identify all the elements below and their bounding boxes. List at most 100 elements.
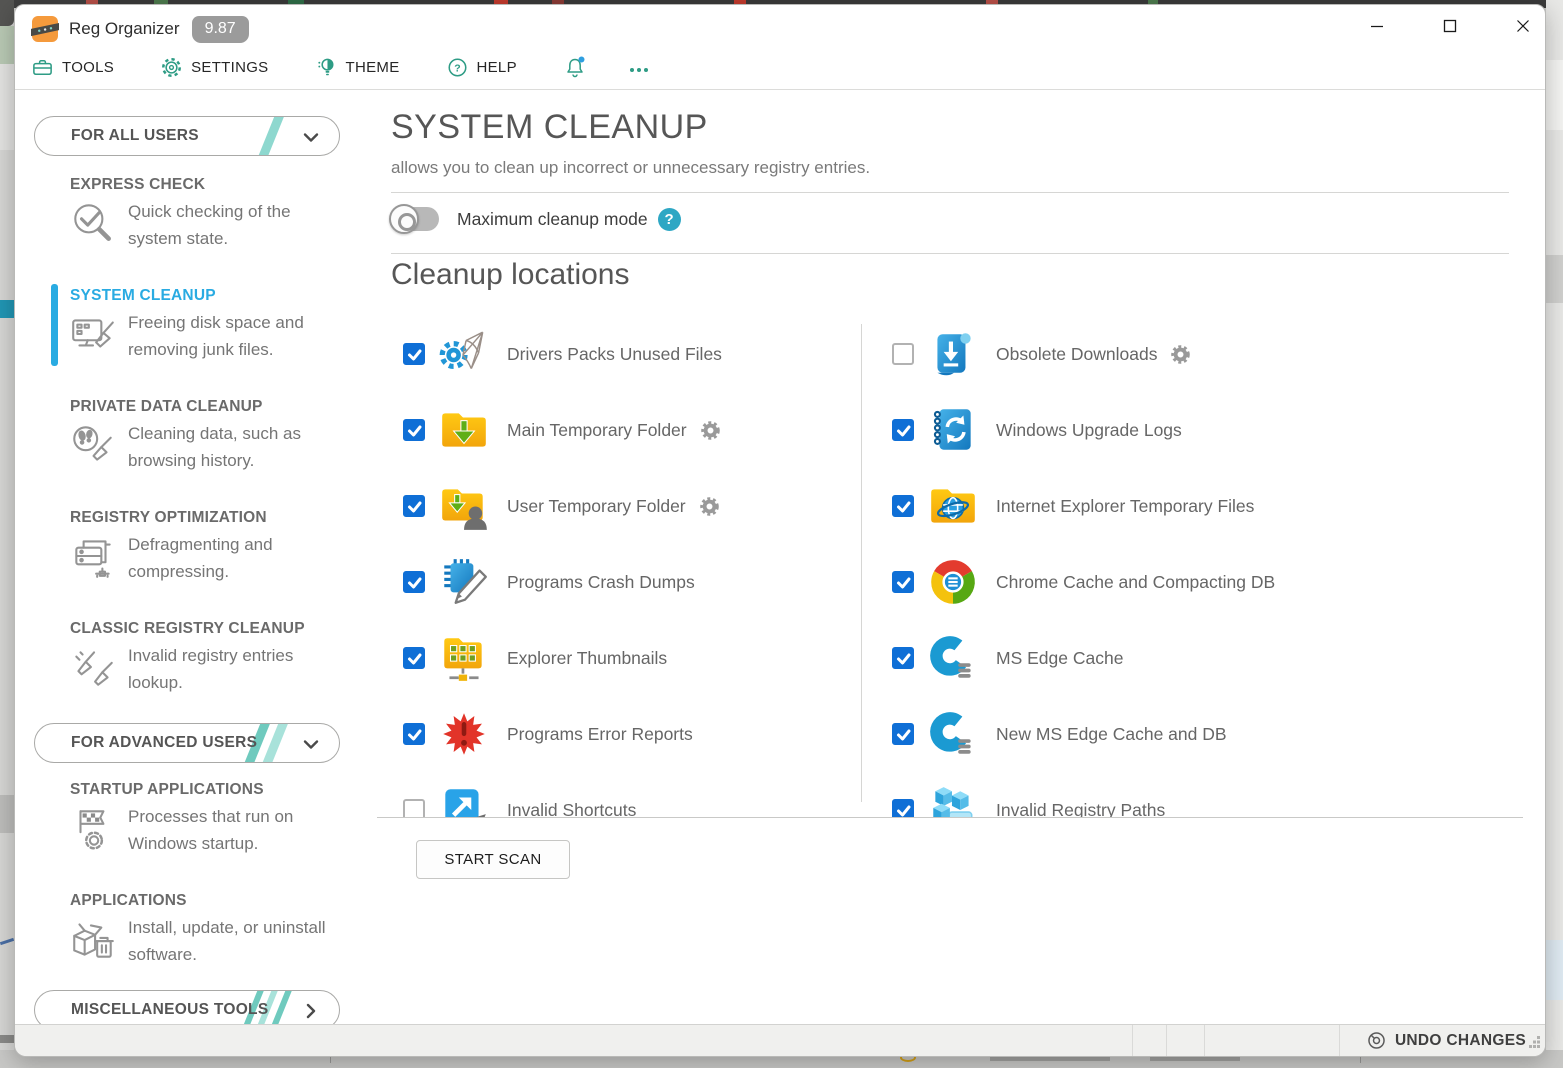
- sidebar-item-title: APPLICATIONS: [70, 892, 377, 910]
- group-for-all-users[interactable]: FOR ALL USERS: [34, 116, 340, 156]
- cleanup-item-label: Invalid Shortcuts: [507, 800, 636, 819]
- main-content: SYSTEM CLEANUP allows you to clean up in…: [377, 90, 1545, 1024]
- maximum-cleanup-row: Maximum cleanup mode ?: [395, 207, 681, 231]
- resize-grip[interactable]: [1529, 1035, 1541, 1053]
- chip-pencil-icon: [433, 555, 495, 609]
- sidebar-item-startup-applications[interactable]: STARTUP APPLICATIONS Processes that run …: [15, 781, 377, 857]
- notebook-sync-icon: [922, 403, 984, 457]
- checkbox-programs-error-reports[interactable]: [403, 723, 425, 745]
- window-controls: [1368, 17, 1531, 34]
- edge-cache-icon: [922, 631, 984, 685]
- maximum-cleanup-help-icon[interactable]: ?: [658, 208, 681, 231]
- sidebar-item-system-cleanup[interactable]: SYSTEM CLEANUP Freeing disk space and re…: [15, 287, 377, 363]
- version-badge: 9.87: [192, 16, 249, 43]
- theme-menu-button[interactable]: THEME: [315, 56, 400, 79]
- group-label: MISCELLANEOUS TOOLS: [71, 1001, 268, 1019]
- background-left-strip: [0, 0, 14, 1068]
- group-label: FOR ADVANCED USERS: [71, 734, 257, 752]
- checkbox-user-temporary-folder[interactable]: [403, 495, 425, 517]
- cleanup-item-label: Explorer Thumbnails: [507, 648, 667, 669]
- scroll-download-icon: [922, 327, 984, 381]
- checkbox-invalid-registry-paths[interactable]: [892, 799, 914, 818]
- item-settings-gear-icon[interactable]: [1170, 344, 1191, 365]
- sidebar-item-title: EXPRESS CHECK: [70, 176, 377, 194]
- active-indicator: [51, 284, 58, 366]
- checkbox-invalid-shortcuts[interactable]: [403, 799, 425, 818]
- sidebar-item-desc: Defragmenting and compressing.: [128, 531, 338, 585]
- tools-label: TOOLS: [62, 59, 114, 76]
- checkbox-ie-temporary-files[interactable]: [892, 495, 914, 517]
- sidebar-item-title: SYSTEM CLEANUP: [70, 287, 377, 305]
- checkbox-windows-upgrade-logs[interactable]: [892, 419, 914, 441]
- settings-menu-button[interactable]: SETTINGS: [160, 56, 268, 79]
- close-button[interactable]: [1514, 17, 1531, 34]
- sidebar-item-express-check[interactable]: EXPRESS CHECK Quick checking of the syst…: [15, 176, 377, 252]
- box-trash-icon: [67, 914, 119, 968]
- checkbox-new-ms-edge-cache[interactable]: [892, 723, 914, 745]
- maximize-button[interactable]: [1441, 17, 1458, 34]
- checkbox-explorer-thumbnails[interactable]: [403, 647, 425, 669]
- item-settings-gear-icon[interactable]: [699, 496, 720, 517]
- cleanup-item-chrome-cache: Chrome Cache and Compacting DB: [892, 544, 1275, 620]
- group-for-advanced-users[interactable]: FOR ADVANCED USERS: [34, 723, 340, 763]
- help-menu-button[interactable]: ? HELP: [446, 56, 517, 79]
- sidebar-item-classic-registry-cleanup[interactable]: CLASSIC REGISTRY CLEANUP Invalid registr…: [15, 620, 377, 696]
- maximum-cleanup-toggle[interactable]: [395, 207, 439, 231]
- cleanup-item-label: Programs Error Reports: [507, 724, 693, 745]
- brooms-icon: [67, 642, 119, 696]
- page-title: SYSTEM CLEANUP: [391, 108, 708, 147]
- app-title: Reg Organizer: [69, 19, 180, 39]
- sidebar: FOR ALL USERS EXPRESS CHECK Quick checki…: [15, 90, 377, 1024]
- more-options-button[interactable]: [627, 55, 651, 79]
- undo-changes-button[interactable]: UNDO CHANGES: [1366, 1025, 1526, 1056]
- statusbar-separator: [1339, 1025, 1340, 1056]
- cleanup-item-drivers-packs: Drivers Packs Unused Files: [403, 316, 722, 392]
- sidebar-item-registry-optimization[interactable]: REGISTRY OPTIMIZATION Defragmenting and …: [15, 509, 377, 585]
- checkbox-drivers-packs-unused-files[interactable]: [403, 343, 425, 365]
- sidebar-item-applications[interactable]: APPLICATIONS Install, update, or uninsta…: [15, 892, 377, 968]
- page-subtitle: allows you to clean up incorrect or unne…: [391, 158, 870, 178]
- cleanup-locations-title: Cleanup locations: [391, 258, 630, 292]
- minimize-button[interactable]: [1368, 17, 1385, 34]
- screen: Reg Organizer 9.87 TOOLS: [0, 0, 1563, 1068]
- cleanup-item-label: Chrome Cache and Compacting DB: [996, 572, 1275, 593]
- cleanup-item-crash-dumps: Programs Crash Dumps: [403, 544, 695, 620]
- chevron-down-icon: [299, 732, 323, 761]
- checkbox-chrome-cache[interactable]: [892, 571, 914, 593]
- cleanup-item-ie-temp-files: Internet Explorer Temporary Files: [892, 468, 1254, 544]
- chevron-down-icon: [299, 125, 323, 154]
- checkbox-obsolete-downloads[interactable]: [892, 343, 914, 365]
- help-icon: ?: [446, 56, 469, 79]
- cleanup-item-label: MS Edge Cache: [996, 648, 1123, 669]
- sidebar-item-desc: Processes that run on Windows startup.: [128, 803, 338, 857]
- sidebar-item-private-data-cleanup[interactable]: PRIVATE DATA CLEANUP Cleaning data, such…: [15, 398, 377, 474]
- checkbox-programs-crash-dumps[interactable]: [403, 571, 425, 593]
- lightbulb-icon: [315, 56, 338, 79]
- notifications-bell-button[interactable]: [563, 55, 587, 79]
- sidebar-item-title: REGISTRY OPTIMIZATION: [70, 509, 377, 527]
- svg-text:?: ?: [454, 62, 460, 74]
- shortcut-arrow-icon: [433, 783, 495, 818]
- cleanup-item-new-ms-edge-cache: New MS Edge Cache and DB: [892, 696, 1227, 772]
- item-settings-gear-icon[interactable]: [700, 420, 721, 441]
- tools-menu-button[interactable]: TOOLS: [31, 56, 114, 79]
- divider: [391, 253, 1509, 254]
- group-miscellaneous-tools[interactable]: MISCELLANEOUS TOOLS: [34, 990, 340, 1024]
- cleanup-item-explorer-thumbnails: Explorer Thumbnails: [403, 620, 667, 696]
- undo-changes-label: UNDO CHANGES: [1395, 1032, 1526, 1050]
- start-scan-button[interactable]: START SCAN: [416, 840, 570, 879]
- sidebar-item-title: STARTUP APPLICATIONS: [70, 781, 377, 799]
- cleanup-locations-list: Drivers Packs Unused Files Main Temporar…: [377, 316, 1523, 818]
- cleanup-item-invalid-registry-paths: Invalid Registry Paths: [892, 772, 1165, 818]
- registry-cubes-icon: [922, 783, 984, 818]
- group-label: FOR ALL USERS: [71, 127, 199, 145]
- window-body: FOR ALL USERS EXPRESS CHECK Quick checki…: [15, 90, 1545, 1024]
- background-right-strip: [1546, 0, 1563, 1068]
- help-label: HELP: [477, 59, 517, 76]
- reg-organizer-window: Reg Organizer 9.87 TOOLS: [14, 4, 1546, 1057]
- bell-icon: [563, 55, 587, 79]
- maximum-cleanup-label: Maximum cleanup mode: [457, 209, 648, 230]
- checkbox-main-temporary-folder[interactable]: [403, 419, 425, 441]
- checkbox-ms-edge-cache[interactable]: [892, 647, 914, 669]
- drawers-press-icon: [67, 531, 119, 585]
